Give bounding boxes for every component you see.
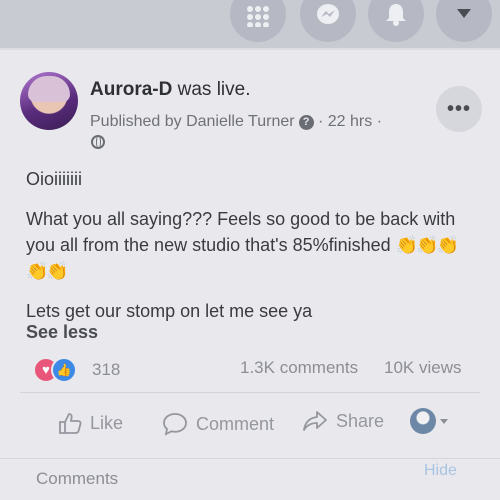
author-name[interactable]: Aurora-D (90, 79, 172, 100)
top-navigation-bar (0, 0, 500, 48)
account-menu-button[interactable] (436, 0, 492, 42)
avatar[interactable] (20, 72, 78, 130)
like-button[interactable]: Like (58, 412, 123, 434)
globe-icon (91, 135, 105, 149)
menu-grid-icon (247, 6, 269, 27)
like-thumb-icon (59, 413, 82, 434)
bell-icon (386, 4, 406, 26)
published-prefix: Published by (90, 113, 187, 130)
post-action-text: was live. (172, 79, 251, 100)
post-text-body: What you all saying??? Feels so good to … (26, 209, 456, 255)
post-text-line-2: What you all saying??? Feels so good to … (26, 206, 476, 284)
publisher-name[interactable]: Danielle Turner (186, 113, 295, 130)
post-time[interactable]: · 22 hrs · (314, 113, 382, 130)
share-arrow-icon (303, 411, 327, 431)
see-less-link[interactable]: See less (26, 322, 98, 343)
reaction-count[interactable]: 318 (92, 360, 120, 380)
post-text-line-3: Lets get our stomp on let me see ya (26, 301, 313, 321)
views-count: 10K views (384, 358, 462, 377)
messenger-button[interactable] (300, 0, 356, 42)
audience-selector[interactable] (410, 408, 448, 434)
published-line: Published by Danielle Turner? · 22 hrs · (90, 113, 382, 131)
share-button[interactable]: Share (302, 410, 384, 432)
comment-button[interactable]: Comment (162, 412, 274, 436)
like-label: Like (90, 412, 124, 433)
comments-count[interactable]: 1.3K comments (240, 358, 358, 378)
menu-button[interactable] (230, 0, 286, 42)
divider (0, 458, 500, 459)
caret-down-icon (440, 418, 448, 424)
post-header-title: Aurora-D was live. (90, 79, 250, 101)
notifications-button[interactable] (368, 0, 424, 42)
comment-bubble-icon (163, 413, 187, 436)
messenger-icon (317, 4, 339, 24)
post-text-line-1: Oioiiiiiii (26, 169, 83, 189)
hide-comments-link[interactable]: Hide (424, 462, 457, 480)
more-options-button[interactable]: ••• (436, 86, 482, 132)
share-label: Share (336, 410, 385, 431)
comments-section-label: Comments (36, 469, 119, 488)
more-icon: ••• (446, 97, 471, 120)
divider (20, 392, 480, 393)
comment-label: Comment (196, 413, 275, 434)
like-reaction-icon: 👍 (51, 357, 77, 383)
caret-down-icon (457, 9, 471, 18)
info-icon[interactable]: ? (298, 115, 314, 130)
page-avatar-icon (410, 408, 436, 434)
reaction-icons[interactable]: ♥ 👍 (33, 357, 93, 383)
